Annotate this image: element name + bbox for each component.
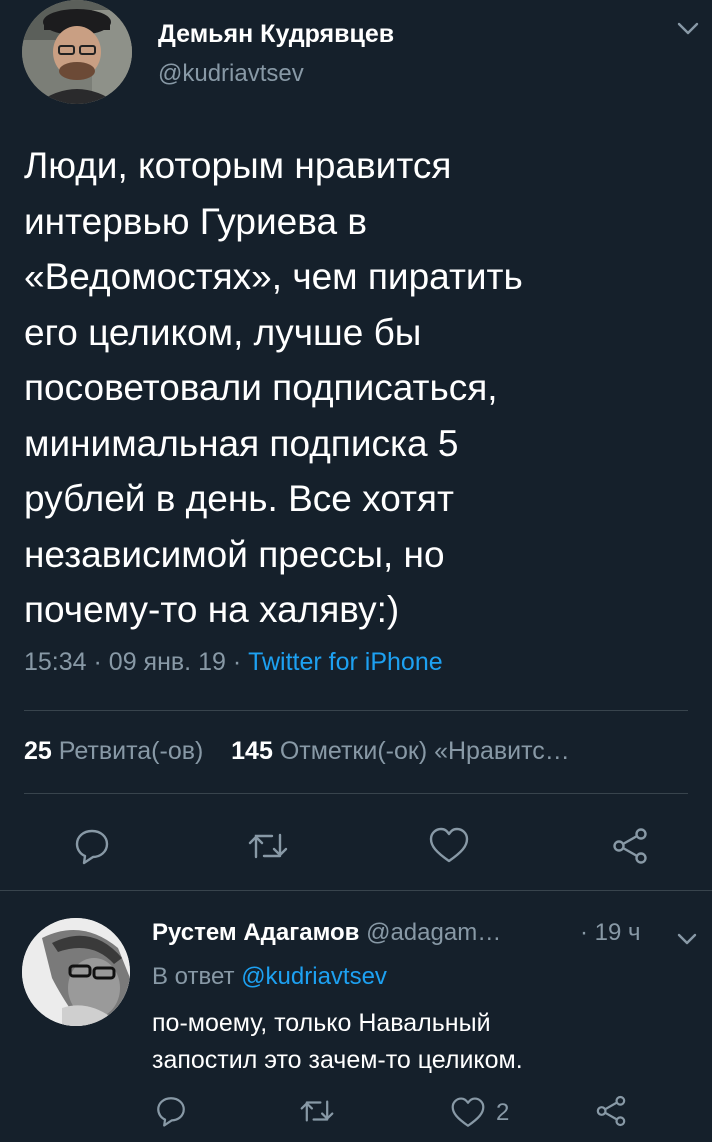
reply-author[interactable]: Рустем Адагамов @adagam… [152,919,501,947]
retweet-icon [300,1100,334,1122]
in-reply-to: В ответ @kudriavtsev [152,963,387,991]
reply-text: по-моему, только Навальный запостил это … [152,1005,672,1079]
heart-icon [451,1097,485,1127]
reply-retweet-button[interactable] [298,1094,338,1134]
reply-like-button[interactable] [450,1096,490,1136]
divider [24,793,688,794]
tweet-date: 09 янв. 19 [108,648,226,676]
share-icon [596,1095,626,1127]
reply-icon [75,829,109,865]
reply-share-button[interactable] [594,1094,634,1134]
retweet-icon [248,833,288,859]
retweets-label: Ретвита(-ов) [58,737,204,765]
likes-stat[interactable]: 145 Отметки(-ок) «Нравитс… [231,737,570,765]
author-name[interactable]: Демьян Кудрявцев [158,20,394,49]
tweet-stats: 25 Ретвита(-ов) 145 Отметки(-ок) «Нравит… [24,737,688,766]
reply-timestamp: · 19 ч [580,919,641,947]
tweet-text: Люди, которым нравится интервью Гуриева … [24,138,684,638]
likes-count: 145 [231,737,273,765]
author-avatar[interactable] [22,0,132,104]
reply-reply-button[interactable] [154,1094,194,1134]
in-reply-mention-link[interactable]: @kudriavtsev [241,963,387,990]
tweet-text-line: интервью Гуриева в [24,200,367,242]
tweet-text-line: его целиком, лучше бы [24,311,422,353]
reply-button[interactable] [72,826,112,866]
reply-author-avatar[interactable] [22,918,130,1026]
like-button[interactable] [428,826,469,866]
in-reply-prefix: В ответ [152,963,235,990]
retweet-button[interactable] [246,826,288,866]
tweet-text-line: рублей в день. Все хотят [24,478,454,519]
tweet-time: 15:34 [24,648,87,676]
meta-separator: · [232,648,242,676]
tweet-text-line: «Ведомостях», чем пиратить [24,256,523,297]
reply-time: 19 ч [594,919,641,946]
meta-separator: · [580,919,588,946]
tweet-text-line: независимой прессы, но [24,533,445,575]
tweet-text-line: минимальная подписка 5 [24,422,459,464]
tweet-text-line: посоветовали подписаться, [24,367,498,408]
divider [0,890,712,891]
tweet-detail-screen: Демьян Кудрявцев @kudriavtsev Люди, кото… [0,0,712,1142]
reply-text-line: по-моему, только Навальный [152,1009,491,1037]
tweet-source-link[interactable]: Twitter for iPhone [248,648,443,676]
meta-separator: · [93,648,102,676]
share-button[interactable] [610,826,650,866]
likes-label: Отметки(-ок) «Нравитс… [279,737,570,765]
tweet-text-line: Люди, которым нравится [24,145,452,186]
share-icon [613,828,647,864]
author-handle[interactable]: @kudriavtsev [158,60,304,88]
reply-icon [157,1097,185,1127]
divider [24,710,688,711]
chevron-down-icon[interactable] [676,930,698,948]
reply-text-line: запостил это зачем-то целиком. [152,1046,523,1074]
retweets-count: 25 [24,737,52,765]
chevron-down-icon[interactable] [676,18,700,38]
retweets-stat[interactable]: 25 Ретвита(-ов) [24,737,203,765]
reply-author-name: Рустем Адагамов [152,919,360,946]
heart-icon [429,827,469,863]
reply-author-handle: @adagam… [366,919,502,946]
tweet-meta: 15:34 · 09 янв. 19 · Twitter for iPhone [24,648,443,677]
reply-like-count: 2 [496,1099,510,1126]
tweet-text-line: почему-то на халяву:) [24,589,400,630]
